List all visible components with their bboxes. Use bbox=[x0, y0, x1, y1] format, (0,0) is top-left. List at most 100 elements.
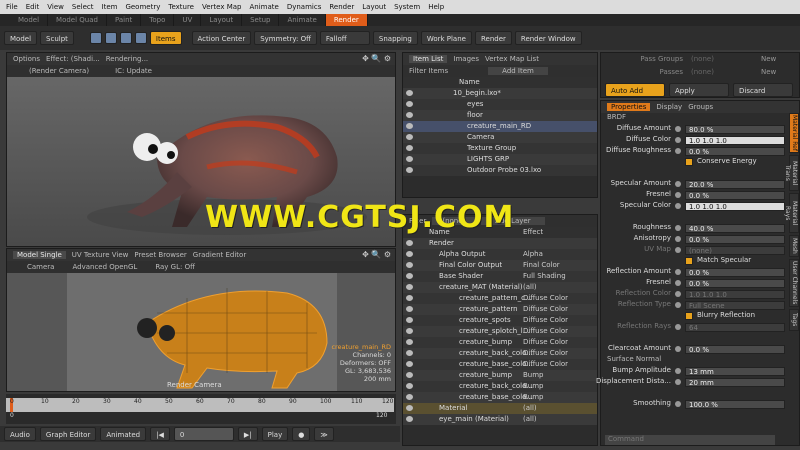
shader-tree-row[interactable]: creature_base_colo... Bump bbox=[403, 392, 597, 403]
timeline[interactable]: 0 10 20 30 40 50 60 70 80 90 100 110 120 0 120 bbox=[6, 394, 396, 424]
match-specular-checkbox[interactable] bbox=[685, 257, 693, 265]
visibility-eye-icon[interactable] bbox=[406, 240, 413, 246]
shader-tree-row[interactable]: Base Shader Full Shading bbox=[403, 271, 597, 282]
channel-dot-icon[interactable] bbox=[675, 148, 681, 154]
menu-vertex-map[interactable]: Vertex Map bbox=[198, 3, 246, 11]
channel-dot-icon[interactable] bbox=[675, 192, 681, 198]
visibility-eye-icon[interactable] bbox=[406, 262, 413, 268]
layout-tab-model-quad[interactable]: Model Quad bbox=[48, 14, 107, 26]
visibility-eye-icon[interactable] bbox=[406, 156, 413, 162]
channel-dot-icon[interactable] bbox=[675, 346, 681, 352]
channel-dot-icon[interactable] bbox=[675, 247, 681, 253]
preview-rendering-tab[interactable]: Rendering... bbox=[106, 55, 148, 63]
item-list-row[interactable]: floor bbox=[403, 110, 597, 121]
tab-preset-browser[interactable]: Preset Browser bbox=[134, 251, 186, 259]
menu-geometry[interactable]: Geometry bbox=[121, 3, 164, 11]
tab-model-single[interactable]: Model Single bbox=[13, 251, 66, 259]
property-value-field[interactable]: 1.0 1.0 1.0 bbox=[685, 136, 785, 145]
property-value-field[interactable]: 1.0 1.0 1.0 bbox=[685, 202, 785, 211]
visibility-eye-icon[interactable] bbox=[406, 328, 413, 334]
tab-images[interactable]: Images bbox=[453, 55, 479, 63]
menu-edit[interactable]: Edit bbox=[22, 3, 44, 11]
opengl-viewport[interactable]: Model Single UV Texture View Preset Brow… bbox=[6, 248, 396, 392]
channel-dot-icon[interactable] bbox=[675, 269, 681, 275]
side-tab-user-channels[interactable]: User Channels bbox=[789, 259, 799, 307]
conserve-energy-checkbox[interactable] bbox=[685, 158, 693, 166]
shader-tree-row[interactable]: creature_splotch_l... Diffuse Color bbox=[403, 326, 597, 337]
item-list-row[interactable]: Outdoor Probe 03.lxo bbox=[403, 165, 597, 176]
side-tab-mesh[interactable]: Mesh bbox=[789, 235, 799, 257]
command-input[interactable]: Command bbox=[605, 435, 775, 445]
discard-button[interactable]: Discard bbox=[733, 83, 793, 97]
layout-tab-setup[interactable]: Setup bbox=[242, 14, 280, 26]
visibility-eye-icon[interactable] bbox=[406, 350, 413, 356]
menu-help[interactable]: Help bbox=[424, 3, 448, 11]
visibility-eye-icon[interactable] bbox=[406, 273, 413, 279]
tab-item-list[interactable]: Item List bbox=[409, 55, 448, 63]
property-value-field[interactable]: 64 bbox=[685, 323, 785, 332]
shader-tree-row[interactable]: creature_bump Diffuse Color bbox=[403, 337, 597, 348]
tab-vertex-map-list[interactable]: Vertex Map List bbox=[485, 55, 539, 63]
menu-item[interactable]: Item bbox=[98, 3, 122, 11]
shader-tree-row[interactable]: Material (all) bbox=[403, 403, 597, 414]
falloff-dropdown[interactable]: Falloff bbox=[319, 31, 370, 45]
material-mode-icon[interactable] bbox=[134, 32, 147, 44]
tab-gradient-editor[interactable]: Gradient Editor bbox=[193, 251, 246, 259]
shader-tree-row[interactable]: Alpha Output Alpha bbox=[403, 249, 597, 260]
visibility-eye-icon[interactable] bbox=[406, 405, 413, 411]
symmetry-dropdown[interactable]: Symmetry: Off bbox=[254, 31, 317, 45]
layout-tab-model[interactable]: Model bbox=[10, 14, 49, 26]
shader-tree-row[interactable]: creature_bump Bump bbox=[403, 370, 597, 381]
tab-groups[interactable]: Groups bbox=[688, 103, 713, 111]
apply-button[interactable]: Apply bbox=[669, 83, 729, 97]
property-value-field[interactable]: 100.0 % bbox=[685, 400, 785, 409]
visibility-eye-icon[interactable] bbox=[406, 317, 413, 323]
shader-tree-row[interactable]: eye_main (Material) (all) bbox=[403, 414, 597, 425]
pass-groups-dropdown[interactable]: (none) bbox=[691, 55, 741, 63]
shader-tree-row[interactable]: creature_back_colo... Bump bbox=[403, 381, 597, 392]
preview-options-tab[interactable]: Options bbox=[13, 55, 40, 63]
viewport2-nav-icons[interactable]: ✥ 🔍 ⚙ bbox=[362, 250, 391, 259]
visibility-eye-icon[interactable] bbox=[406, 306, 413, 312]
layout-tab-paint[interactable]: Paint bbox=[107, 14, 142, 26]
layout-tab-animate[interactable]: Animate bbox=[279, 14, 326, 26]
auto-add-button[interactable]: Auto Add bbox=[605, 83, 665, 97]
camera-dropdown[interactable]: Camera bbox=[13, 263, 54, 271]
property-value-field[interactable]: 1.0 1.0 1.0 bbox=[685, 290, 785, 299]
property-value-field[interactable]: 13 mm bbox=[685, 367, 785, 376]
ic-update-label[interactable]: IC: Update bbox=[95, 67, 152, 75]
render-camera-label[interactable]: (Render Camera) bbox=[13, 67, 89, 75]
shader-tree-row[interactable]: creature_MAT (Material) (all) bbox=[403, 282, 597, 293]
visibility-eye-icon[interactable] bbox=[406, 167, 413, 173]
layout-tab-render[interactable]: Render bbox=[325, 14, 368, 26]
layout-tab-layout[interactable]: Layout bbox=[201, 14, 243, 26]
render-window-button[interactable]: Render Window bbox=[514, 31, 582, 45]
ray-gl-dropdown[interactable]: Ray GL: Off bbox=[143, 263, 195, 271]
property-value-field[interactable]: 0.0 % bbox=[685, 147, 785, 156]
visibility-eye-icon[interactable] bbox=[406, 284, 413, 290]
menu-select[interactable]: Select bbox=[68, 3, 98, 11]
render-button[interactable]: Render bbox=[474, 31, 512, 45]
side-tab-material-trans[interactable]: Material Trans bbox=[784, 155, 799, 191]
visibility-eye-icon[interactable] bbox=[406, 145, 413, 151]
visibility-eye-icon[interactable] bbox=[406, 383, 413, 389]
property-value-field[interactable]: 80.0 % bbox=[685, 125, 785, 134]
visibility-eye-icon[interactable] bbox=[406, 416, 413, 422]
shader-tree-row[interactable]: creature_pattern_c... Diffuse Color bbox=[403, 293, 597, 304]
items-button[interactable]: Items bbox=[149, 31, 182, 45]
property-value-field[interactable]: 0.0 % bbox=[685, 235, 785, 244]
add-item-dropdown[interactable]: Add Item bbox=[488, 67, 548, 75]
property-value-field[interactable]: 20 mm bbox=[685, 378, 785, 387]
channel-dot-icon[interactable] bbox=[675, 225, 681, 231]
channel-dot-icon[interactable] bbox=[675, 401, 681, 407]
visibility-eye-icon[interactable] bbox=[406, 123, 413, 129]
next-key-button[interactable]: ▶| bbox=[237, 427, 258, 441]
channel-dot-icon[interactable] bbox=[675, 280, 681, 286]
edge-mode-icon[interactable] bbox=[104, 32, 117, 44]
menu-dynamics[interactable]: Dynamics bbox=[283, 3, 326, 11]
animated-dropdown[interactable]: Animated bbox=[100, 427, 147, 441]
shader-tree-row[interactable]: Render bbox=[403, 238, 597, 249]
channel-dot-icon[interactable] bbox=[675, 368, 681, 374]
item-list-row[interactable]: Camera bbox=[403, 132, 597, 143]
property-value-field[interactable]: 0.0 % bbox=[685, 268, 785, 277]
